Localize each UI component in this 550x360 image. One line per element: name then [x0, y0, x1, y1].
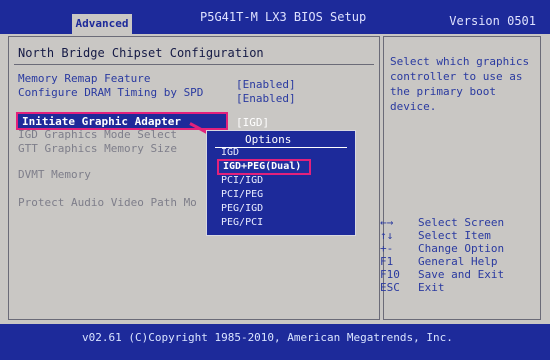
key-row-select-screen: ←→ Select Screen: [380, 216, 540, 229]
key-desc-change-option: Change Option: [418, 242, 505, 255]
key-f10: F10: [380, 268, 400, 281]
bios-version: Version 0501: [449, 14, 536, 28]
key-desc-general-help: General Help: [418, 255, 498, 268]
setting-label-initiate-graphic-adapter: Initiate Graphic Adapter: [22, 115, 181, 128]
key-desc-exit: Exit: [418, 281, 445, 294]
option-label-igd-peg-dual: IGD+PEG(Dual): [223, 161, 302, 172]
key-row-change-option: +- Change Option: [380, 242, 540, 255]
setting-label-gtt-size[interactable]: GTT Graphics Memory Size: [18, 142, 177, 155]
bios-screen: Advanced P5G41T-M LX3 BIOS Setup Version…: [0, 0, 550, 360]
option-peg-pci[interactable]: PEG/PCI: [221, 217, 263, 228]
key-row-select-item: ↑↓ Select Item: [380, 229, 540, 242]
option-igd[interactable]: IGD: [221, 147, 239, 158]
setting-value-dram-timing[interactable]: [Enabled]: [236, 92, 296, 105]
setting-label-protect-audio-video[interactable]: Protect Audio Video Path Mo: [18, 196, 197, 209]
key-f1: F1: [380, 255, 394, 268]
key-arrows-vertical: ↑↓: [380, 229, 394, 242]
key-legend: ←→ Select Screen ↑↓ Select Item +- Chang…: [380, 216, 540, 294]
popup-title: Options: [245, 133, 292, 146]
top-bar: Advanced P5G41T-M LX3 BIOS Setup Version…: [0, 0, 550, 34]
setting-label-dvmt-memory[interactable]: DVMT Memory: [18, 168, 91, 181]
key-row-exit: ESC Exit: [380, 281, 540, 294]
key-esc: ESC: [380, 281, 400, 294]
setting-value-memory-remap[interactable]: [Enabled]: [236, 78, 296, 91]
bios-title: P5G41T-M LX3 BIOS Setup: [200, 10, 367, 24]
key-plus-minus: +-: [380, 242, 394, 255]
key-desc-select-item: Select Item: [418, 229, 491, 242]
section-title: North Bridge Chipset Configuration: [18, 46, 264, 60]
setting-label-memory-remap[interactable]: Memory Remap Feature: [18, 72, 150, 85]
setting-label-dram-timing[interactable]: Configure DRAM Timing by SPD: [18, 86, 203, 99]
options-popup: Options IGD IGD+PEG(Dual) PCI/IGD PCI/PE…: [206, 130, 356, 236]
option-pci-peg[interactable]: PCI/PEG: [221, 189, 263, 200]
setting-label-igd-mode[interactable]: IGD Graphics Mode Select: [18, 128, 177, 141]
key-desc-save-exit: Save and Exit: [418, 268, 505, 281]
key-row-save-exit: F10 Save and Exit: [380, 268, 540, 281]
key-arrows-horizontal: ←→: [380, 216, 394, 229]
key-desc-select-screen: Select Screen: [418, 216, 505, 229]
option-peg-igd[interactable]: PEG/IGD: [221, 203, 263, 214]
option-pci-igd[interactable]: PCI/IGD: [221, 175, 263, 186]
footer-copyright: v02.61 (C)Copyright 1985-2010, American …: [82, 331, 453, 344]
help-text: Select which graphics controller to use …: [390, 55, 530, 113]
footer-bar: v02.61 (C)Copyright 1985-2010, American …: [0, 324, 550, 360]
tab-advanced[interactable]: Advanced: [72, 14, 132, 34]
setting-value-initiate-graphic-adapter[interactable]: [IGD]: [236, 116, 269, 129]
option-igd-peg-dual[interactable]: IGD+PEG(Dual): [217, 159, 311, 175]
section-divider: [14, 64, 374, 65]
key-row-general-help: F1 General Help: [380, 255, 540, 268]
